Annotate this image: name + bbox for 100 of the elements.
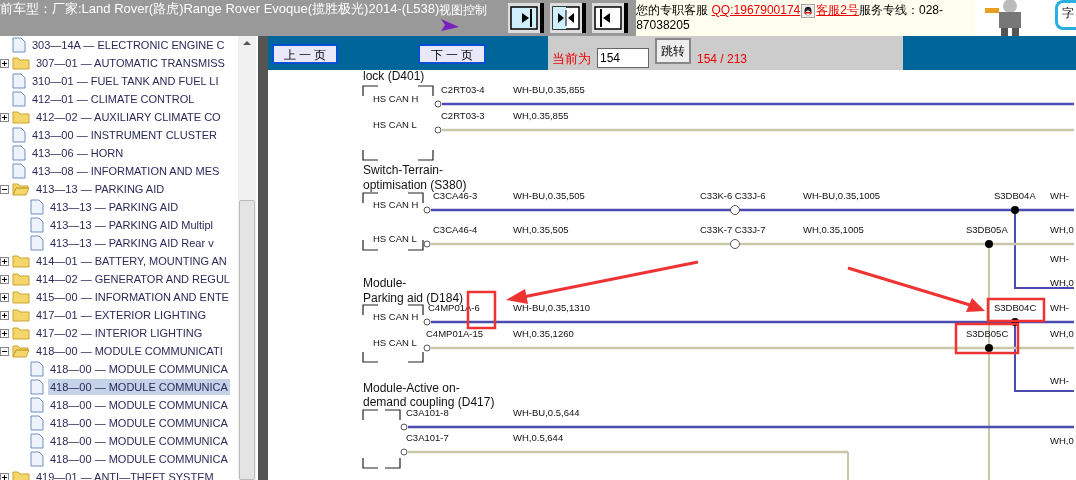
pin-terminal-icon — [423, 206, 431, 214]
module-bracket — [362, 192, 424, 251]
collapse-icon[interactable] — [0, 346, 9, 356]
folder-icon — [12, 470, 30, 480]
tree-item[interactable]: 418—00 — MODULE COMMUNICA — [48, 450, 230, 468]
wire-label: WH,0.5,644 — [513, 432, 564, 443]
folder-icon — [12, 56, 30, 70]
pin-terminal-icon — [423, 318, 431, 326]
expand-icon[interactable] — [0, 274, 9, 284]
pin-label: HS CAN H — [373, 199, 419, 210]
module-title: demand coupling (D417) — [363, 395, 495, 409]
qq-link[interactable]: QQ:1967900174 — [711, 3, 801, 17]
tree-item[interactable]: 413—13 — PARKING AID — [48, 198, 181, 216]
wire-label: WH,0 — [1050, 328, 1074, 339]
tree-item[interactable]: 413—13 — PARKING AID — [34, 180, 167, 198]
tree-item[interactable]: 415—00 — INFORMATION AND ENTE — [34, 288, 231, 306]
previous-page-button[interactable]: 上 一 页 — [272, 44, 338, 64]
expand-icon[interactable] — [0, 472, 9, 480]
document-icon — [12, 145, 26, 161]
splice-label: S3DB05A — [966, 224, 1008, 235]
tree-item[interactable]: 418—00 — MODULE COMMUNICA — [48, 432, 230, 450]
pointer-arrow-icon — [441, 19, 460, 31]
tree-item[interactable]: 412—02 — AUXILIARY CLIMATE CO — [34, 108, 223, 126]
document-icon — [30, 235, 44, 251]
wire-label: WH-BU,0.35,505 — [513, 190, 585, 201]
splice-dot-icon — [985, 240, 993, 248]
tree-item[interactable]: 310—01 — FUEL TANK AND FUEL LI — [30, 72, 221, 90]
go-button[interactable]: 跳转 — [655, 38, 691, 64]
document-icon — [30, 199, 44, 215]
connector-label: C33K-6 C33J-6 — [700, 190, 766, 201]
expand-icon[interactable] — [0, 310, 9, 320]
pin-label: HS CAN L — [373, 233, 417, 244]
tree-item[interactable]: 417—01 — EXTERIOR LIGHTING — [34, 306, 208, 324]
splice-dot-icon — [1011, 206, 1019, 214]
tree-item[interactable]: 418—00 — MODULE COMMUNICA — [48, 414, 230, 432]
pin-terminal-icon — [434, 126, 442, 134]
wire-label: WH,0.35,1260 — [513, 328, 574, 339]
tree-item[interactable]: 418—00 — MODULE COMMUNICATI — [34, 342, 225, 360]
tree-item[interactable]: 418—00 — MODULE COMMUNICA — [48, 378, 230, 396]
folder-icon — [12, 272, 30, 286]
module-title: Switch-Terrain- — [363, 163, 443, 177]
folder-icon — [12, 182, 30, 196]
module-title: Module- — [363, 276, 407, 290]
tree-item[interactable]: 413—13 — PARKING AID Rear v — [48, 234, 216, 252]
pin-terminal-icon — [434, 100, 442, 108]
folder-icon — [12, 110, 30, 124]
tree-item[interactable]: 417—02 — INTERIOR LIGHTING — [34, 324, 205, 342]
scroll-thumb[interactable] — [239, 200, 255, 480]
next-page-button[interactable]: 下 一 页 — [418, 44, 486, 64]
expand-icon[interactable] — [0, 58, 9, 68]
tree-item[interactable]: 414—01 — BATTERY, MOUNTING AN — [34, 252, 229, 270]
view-toggle-button[interactable] — [592, 3, 629, 33]
wire-label: WH,0 — [1050, 435, 1074, 446]
tree-item[interactable]: 307—01 — AUTOMATIC TRANSMISS — [34, 54, 227, 72]
pin-terminal-icon — [400, 448, 408, 456]
splice-label: S3DB04A — [994, 190, 1036, 201]
view-toggle-button[interactable] — [550, 3, 587, 33]
document-icon — [30, 433, 44, 449]
highlight-box — [954, 322, 1020, 355]
tree-item[interactable]: 414—02 — GENERATOR AND REGUL — [34, 270, 232, 288]
expand-icon[interactable] — [0, 292, 9, 302]
tree-item[interactable]: 303—14A — ELECTRONIC ENGINE C — [30, 36, 227, 54]
corner-badge: 字 — [1055, 0, 1076, 30]
tree-item[interactable]: 419—01 — ANTI—THEFT SYSTEM — [34, 468, 216, 480]
tree-item[interactable]: 412—01 — CLIMATE CONTROL — [30, 90, 197, 108]
expand-icon[interactable] — [0, 112, 9, 122]
collapse-icon[interactable] — [0, 184, 9, 194]
tree-item[interactable]: 413—00 — INSTRUMENT CLUSTER — [30, 126, 219, 144]
current-page-label: 当前为 — [552, 49, 591, 68]
tree-item[interactable]: 418—00 — MODULE COMMUNICA — [48, 396, 230, 414]
pin-terminal-icon — [423, 240, 431, 248]
wire-label: WH- — [1050, 375, 1069, 386]
inline-connector-icon — [730, 205, 740, 215]
tree-item[interactable]: 418—00 — MODULE COMMUNICA — [48, 360, 230, 378]
splice-label: S3DB04C — [994, 302, 1037, 313]
module-title: optimisation (S380) — [363, 178, 467, 192]
expand-icon[interactable] — [0, 328, 9, 338]
page-number-field[interactable]: 154 — [597, 48, 649, 68]
view-toggle-button[interactable] — [508, 3, 545, 33]
service-text: 您的专职客服 QQ:1967900174 客服2号服务专线：028-87038205 — [636, 3, 944, 33]
module-title: Module-Active on- — [363, 381, 460, 395]
pin-label: HS CAN H — [373, 311, 419, 322]
tree-item[interactable]: 413—08 — INFORMATION AND MES — [30, 162, 222, 180]
document-icon — [12, 163, 26, 179]
folder-icon — [12, 254, 30, 268]
highlight-box — [986, 297, 1046, 323]
document-icon — [12, 37, 26, 53]
wire-label: WH,0 — [1050, 277, 1074, 288]
service-link[interactable]: 客服2号 — [816, 3, 859, 17]
connector-label: C2RT03-3 — [441, 110, 485, 121]
connector-label: C33K-7 C33J-7 — [700, 224, 766, 235]
tree-item[interactable]: 413—06 — HORN — [30, 144, 126, 162]
tree-item[interactable]: 413—13 — PARKING AID Multipl — [48, 216, 216, 234]
scrollbar[interactable] — [238, 36, 256, 480]
wire-label: WH-BU,0.5,644 — [513, 407, 580, 418]
document-icon — [12, 127, 26, 143]
wire-label: WH-BU,0.35,1005 — [803, 190, 881, 201]
document-icon — [30, 397, 44, 413]
connector-label: C2RT03-4 — [441, 84, 485, 95]
expand-icon[interactable] — [0, 256, 9, 266]
